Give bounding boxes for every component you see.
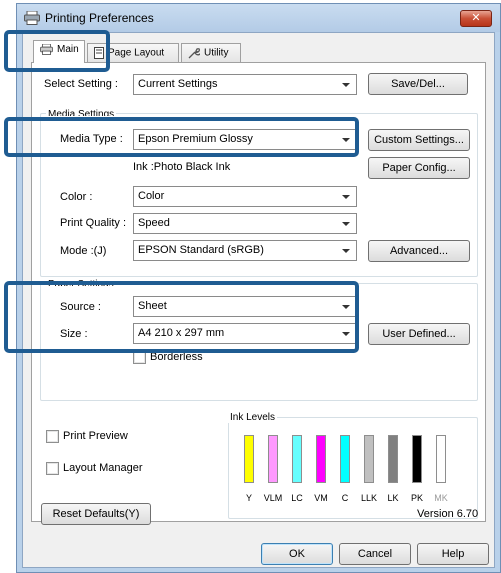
ok-button[interactable]: OK <box>261 543 333 565</box>
ink-label-vlm: VLM <box>263 493 283 503</box>
print-quality-label: Print Quality : <box>60 217 127 229</box>
ink-levels-label: Ink Levels <box>228 412 278 423</box>
ink-label-lc: LC <box>291 493 303 503</box>
print-preview-checkbox[interactable] <box>46 430 59 443</box>
ink-label-mk: MK <box>434 493 448 503</box>
ink-level-bar-vm <box>316 435 326 483</box>
save-del-button[interactable]: Save/Del... <box>368 73 468 95</box>
tab-utility[interactable]: Utility <box>181 43 241 63</box>
ink-level-bar-vlm <box>268 435 278 483</box>
highlight-paper-source-size <box>4 281 359 353</box>
ink-level-bar-mk <box>436 435 446 483</box>
window-title: Printing Preferences <box>45 11 154 25</box>
user-defined-button[interactable]: User Defined... <box>368 323 470 345</box>
tab-page-layout-label: Page Layout <box>108 47 165 59</box>
ink-label-y: Y <box>245 493 252 503</box>
ink-type-text: Ink :Photo Black Ink <box>133 161 231 173</box>
print-quality-value: Speed <box>138 217 170 229</box>
print-quality-dropdown[interactable]: Speed <box>133 213 357 234</box>
ink-level-bar-lk <box>388 435 398 483</box>
color-value: Color <box>138 190 165 202</box>
help-button[interactable]: Help <box>417 543 489 565</box>
close-button[interactable]: ✕ <box>460 10 492 27</box>
mode-label: Mode :(J) <box>60 245 107 257</box>
ink-level-fill-lc <box>293 436 301 482</box>
media-settings-group-label: Media Settings <box>46 108 117 116</box>
version-text: Version 6.70 <box>417 508 479 520</box>
ink-level-fill-vm <box>317 436 325 482</box>
ink-level-bar-llk <box>364 435 374 483</box>
color-label: Color : <box>60 191 93 203</box>
mode-dropdown[interactable]: EPSON Standard (sRGB) <box>133 240 357 261</box>
select-setting-value: Current Settings <box>138 78 218 90</box>
wrench-icon <box>188 48 200 59</box>
printer-icon <box>24 11 40 25</box>
reset-defaults-button[interactable]: Reset Defaults(Y) <box>41 503 151 525</box>
ink-label-c: C <box>341 493 349 503</box>
ink-level-fill-pk <box>413 436 421 482</box>
ink-label-pk: PK <box>410 493 423 503</box>
ink-level-fill-vlm <box>269 436 277 482</box>
ink-level-fill-y <box>245 436 253 482</box>
chevron-down-icon <box>342 222 350 226</box>
ink-level-bar-pk <box>412 435 422 483</box>
highlight-media-type <box>4 117 359 157</box>
ink-level-bar-y <box>244 435 254 483</box>
layout-manager-label: Layout Manager <box>63 462 143 474</box>
ink-level-bar-lc <box>292 435 302 483</box>
tab-utility-label: Utility <box>204 47 229 59</box>
color-dropdown[interactable]: Color <box>133 186 357 207</box>
select-setting-label: Select Setting : <box>44 78 118 90</box>
ink-label-lk: LK <box>387 493 399 503</box>
ink-level-fill-lk <box>389 436 397 482</box>
ink-level-fill-c <box>341 436 349 482</box>
print-preview-label: Print Preview <box>63 430 128 442</box>
highlight-main-tab <box>4 30 110 72</box>
mode-value: EPSON Standard (sRGB) <box>138 244 264 256</box>
title-bar[interactable]: Printing Preferences ✕ <box>17 4 500 32</box>
paper-config-button[interactable]: Paper Config... <box>368 157 470 179</box>
chevron-down-icon <box>342 83 350 87</box>
ink-level-fill-llk <box>365 436 373 482</box>
custom-settings-button[interactable]: Custom Settings... <box>368 129 470 151</box>
layout-manager-checkbox[interactable] <box>46 462 59 475</box>
select-setting-dropdown[interactable]: Current Settings <box>133 74 357 95</box>
ink-label-llk: LLK <box>360 493 377 503</box>
advanced-button[interactable]: Advanced... <box>368 240 470 262</box>
chevron-down-icon <box>342 195 350 199</box>
chevron-down-icon <box>342 249 350 253</box>
ink-level-bar-c <box>340 435 350 483</box>
ink-label-vm: VM <box>314 493 328 503</box>
cancel-button[interactable]: Cancel <box>339 543 411 565</box>
